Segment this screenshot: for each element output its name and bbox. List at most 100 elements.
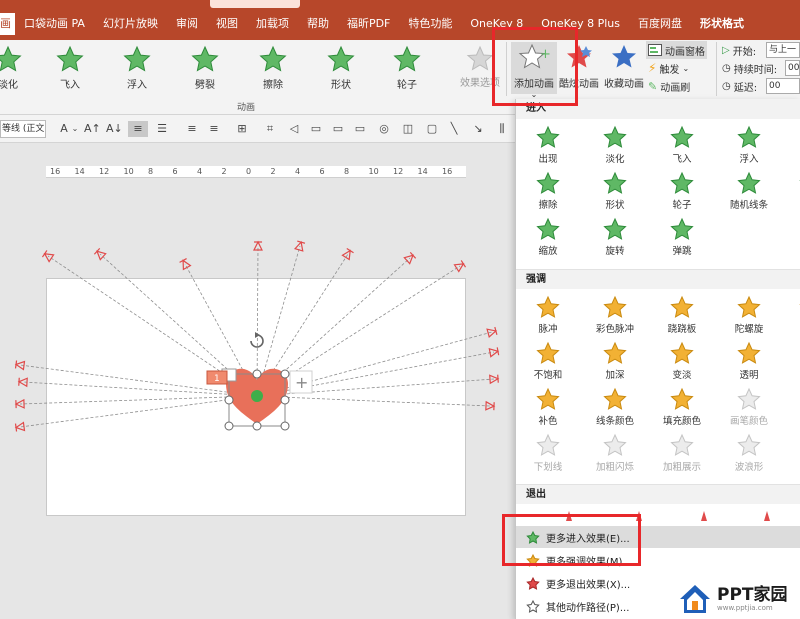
menu-item-0[interactable]: 更多进入效果(E)... (516, 526, 800, 548)
emphasis-star-icon (737, 433, 761, 456)
outline-star-icon (526, 599, 540, 613)
tab-12[interactable]: 形状格式 (691, 13, 753, 35)
emphasis-effect-label: 变淡 (672, 370, 692, 381)
motion-path-line[interactable] (256, 395, 491, 407)
animation-group-label: 动画 (237, 103, 256, 113)
box3-icon[interactable]: ▭ (352, 121, 368, 137)
tab-9[interactable]: OneKey 8 (461, 13, 532, 35)
tab-3[interactable]: 审阅 (167, 13, 207, 35)
entrance-effect-item[interactable]: 形状 (583, 171, 647, 211)
emphasis-star-icon (536, 341, 560, 364)
section-header-exit: 退出 (516, 484, 800, 504)
emphasis-effect-item[interactable]: 彩色脉冲 (583, 295, 647, 335)
entrance-effect-item[interactable]: 轮子 (650, 171, 714, 211)
gallery-effect-2[interactable]: 浮入 (112, 45, 162, 91)
entrance-effect-item[interactable]: 缩放 (516, 217, 580, 257)
box-icon[interactable]: ▭ (308, 121, 324, 137)
tab-6[interactable]: 帮助 (298, 13, 338, 35)
emphasis-effect-item[interactable]: 跷跷板 (650, 295, 714, 335)
collect-animation-button[interactable]: 收藏动画 (602, 42, 646, 90)
align-center-icon[interactable]: ≡ (206, 121, 222, 137)
motion-path-line[interactable] (19, 395, 258, 428)
line-icon[interactable]: ╲ (446, 121, 462, 137)
menu-item-1[interactable]: 更多强调效果(M)... (516, 549, 800, 571)
gallery-effect-5[interactable]: 形状 (316, 45, 366, 91)
tab-4[interactable]: 视图 (207, 13, 247, 35)
entrance-star-icon (737, 125, 761, 148)
align-objects-icon[interactable]: ⫼ (494, 121, 510, 137)
watermark-subtitle: www.pptjia.com (717, 603, 773, 612)
emphasis-effect-item[interactable]: 线条颜色 (583, 387, 647, 427)
entrance-effect-label: 飞入 (672, 154, 692, 165)
crop-icon[interactable]: ⌗ (262, 121, 278, 137)
decrease-font-icon[interactable]: A↓ (106, 121, 123, 137)
gallery-effect-0[interactable]: 淡化 (0, 45, 33, 91)
effect-options-button[interactable]: 效果选项 (458, 45, 502, 89)
gallery-effect-label: 淡化 (0, 80, 18, 91)
entrance-effect-item[interactable]: 飞入 (650, 125, 714, 165)
emphasis-effect-item[interactable]: 不饱和 (516, 341, 580, 381)
entrance-effect-item[interactable]: 浮入 (717, 125, 781, 165)
tab-11[interactable]: 百度网盘 (629, 13, 691, 35)
entrance-effect-item[interactable]: 翻 (779, 171, 800, 211)
star-float-in-icon (123, 45, 151, 72)
shape-icon[interactable]: ◫ (400, 121, 416, 137)
emphasis-effect-item[interactable]: 补色 (516, 387, 580, 427)
add-animation-star-icon: + (518, 43, 551, 69)
increase-font-icon[interactable]: A↑ (84, 121, 101, 137)
tab-0[interactable]: 画 (0, 13, 15, 35)
tab-5[interactable]: 加载项 (247, 13, 298, 35)
watermark-title: PPT家园 (717, 584, 788, 605)
entrance-effect-item[interactable]: 随机线条 (717, 171, 781, 211)
rotate-left-icon[interactable]: ◁ (286, 121, 302, 137)
add-animation-button[interactable]: + 添加动画 ⌄ (511, 42, 557, 99)
entrance-effect-item[interactable]: 旋转 (583, 217, 647, 257)
emphasis-effect-label: 加深 (605, 370, 625, 381)
chevron-down-icon[interactable]: ⌄ (71, 121, 79, 137)
font-name-select[interactable]: 等线 (正文) (0, 120, 46, 138)
green-star-icon (526, 530, 540, 544)
bullet-list-icon[interactable]: ≡ (128, 121, 148, 137)
emphasis-effect-item[interactable]: 脉冲 (516, 295, 580, 335)
align-left-icon[interactable]: ≡ (184, 121, 200, 137)
delay-input[interactable]: 00 (766, 78, 800, 94)
gallery-effect-3[interactable]: 劈裂 (180, 45, 230, 91)
add-plus-icon[interactable]: + (289, 370, 313, 394)
emphasis-effect-item[interactable]: 加深 (583, 341, 647, 381)
animation-tag[interactable]: 1 (206, 370, 228, 385)
emphasis-effect-label: 线条颜色 (595, 416, 634, 427)
emphasis-effect-label: 彩色脉冲 (595, 324, 634, 335)
duration-input[interactable]: 00 (785, 60, 800, 76)
entrance-effect-item[interactable]: 淡化 (583, 125, 647, 165)
animation-pane-button[interactable]: 动画窗格 (646, 41, 707, 59)
cool-animation-button[interactable]: 酷炫动画 (559, 42, 599, 90)
entrance-effect-item[interactable]: 弹跳 (650, 217, 714, 257)
numbered-list-icon[interactable]: ☰ (152, 121, 172, 137)
emphasis-effect-item[interactable]: 放 (779, 295, 800, 335)
tab-8[interactable]: 特色功能 (399, 13, 461, 35)
gallery-effect-1[interactable]: 飞入 (45, 45, 95, 91)
emphasis-effect-item[interactable]: 陀螺旋 (717, 295, 781, 335)
emphasis-effect-item[interactable]: 透明 (717, 341, 781, 381)
emphasis-effect-item[interactable]: 变淡 (650, 341, 714, 381)
tab-2[interactable]: 幻灯片放映 (94, 13, 167, 35)
entrance-effect-item[interactable]: 出现 (516, 125, 580, 165)
table-icon[interactable]: ⊞ (232, 121, 252, 137)
emphasis-effect-item[interactable]: 填充颜色 (650, 387, 714, 427)
tab-1[interactable]: 口袋动画 PA (15, 13, 94, 35)
ellipse-icon[interactable]: ◎ (376, 121, 392, 137)
arrow-icon[interactable]: ↘ (470, 121, 486, 137)
trigger-button[interactable]: ⚡ 触发 ⌄ (648, 59, 689, 77)
font-color-button[interactable]: A (57, 121, 71, 137)
tab-7[interactable]: 福昕PDF (338, 13, 399, 35)
box2-icon[interactable]: ▭ (330, 121, 346, 137)
animation-painter-button[interactable]: ✎ 动画刷 (648, 77, 690, 95)
gallery-effect-6[interactable]: 轮子 (382, 45, 432, 91)
motion-path-line[interactable] (19, 395, 258, 405)
gallery-effect-4[interactable]: 擦除 (248, 45, 298, 91)
section-header-emphasis: 强调 (516, 269, 800, 289)
tab-10[interactable]: OneKey 8 Plus (532, 13, 629, 35)
start-select[interactable]: 与上一动 (766, 42, 800, 58)
entrance-effect-item[interactable]: 擦除 (516, 171, 580, 211)
rounded-rect-icon[interactable]: ▢ (424, 121, 440, 137)
